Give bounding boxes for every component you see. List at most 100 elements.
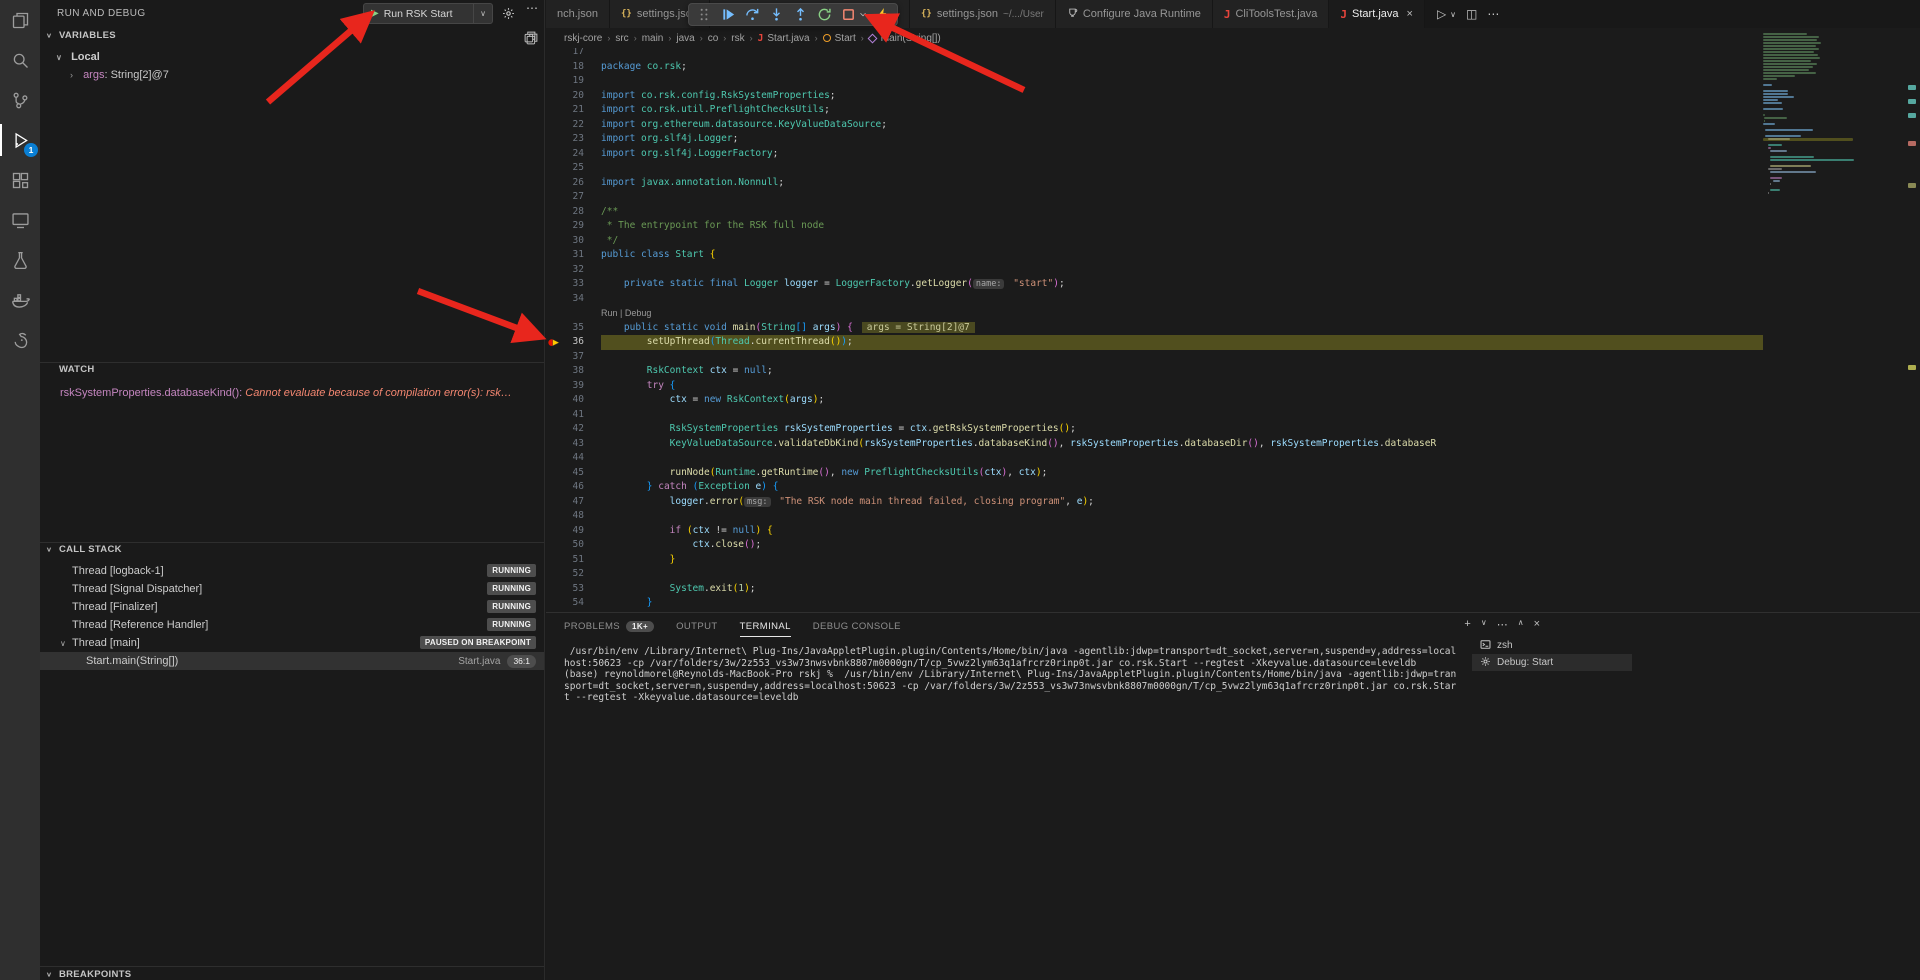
- code-line[interactable]: 35 public static void main(String[] args…: [546, 321, 1763, 336]
- close-panel-icon[interactable]: ×: [1534, 618, 1540, 631]
- extensions-icon[interactable]: [0, 160, 40, 200]
- search-icon[interactable]: [0, 40, 40, 80]
- code-line[interactable]: 37: [546, 350, 1763, 365]
- test-flask-icon[interactable]: [0, 240, 40, 280]
- continue-icon[interactable]: [718, 5, 738, 24]
- breadcrumb-item[interactable]: Start: [823, 33, 856, 44]
- breadcrumb-item[interactable]: src: [615, 33, 628, 44]
- terminal-dropdown-icon[interactable]: ∨: [1481, 618, 1487, 631]
- breadcrumb-item[interactable]: JStart.java: [758, 33, 810, 44]
- terminal-list-item-zsh[interactable]: zsh: [1472, 637, 1632, 654]
- code-line[interactable]: 42 RskSystemProperties rskSystemProperti…: [546, 422, 1763, 437]
- breadcrumb-item[interactable]: main: [642, 33, 664, 44]
- code-line[interactable]: 46 } catch (Exception e) {: [546, 480, 1763, 495]
- code-line[interactable]: 20import co.rsk.config.RskSystemProperti…: [546, 89, 1763, 104]
- step-over-icon[interactable]: [742, 5, 762, 24]
- terminal-output[interactable]: /usr/bin/env /Library/Internet\ Plug-Ins…: [564, 646, 1460, 704]
- chevron-down-icon[interactable]: ∨: [473, 4, 492, 23]
- thread-row[interactable]: Thread [Reference Handler]RUNNING: [40, 616, 544, 634]
- breadcrumb-item[interactable]: main(String[]): [869, 33, 941, 44]
- panel-tab-debug-console[interactable]: DEBUG CONSOLE: [813, 613, 901, 640]
- code-line[interactable]: 50 ctx.close();: [546, 538, 1763, 553]
- maximize-panel-icon[interactable]: ∧: [1518, 618, 1524, 631]
- tab-settings-json[interactable]: {}settings.json~/.../User: [910, 0, 1056, 28]
- variables-scope-local[interactable]: ∨ Local: [40, 48, 544, 66]
- code-line[interactable]: 43 KeyValueDataSource.validateDbKind(rsk…: [546, 437, 1763, 452]
- code-line[interactable]: 48: [546, 509, 1763, 524]
- code-line[interactable]: 29 * The entrypoint for the RSK full nod…: [546, 219, 1763, 234]
- code-editor[interactable]: 1718package co.rsk;1920import co.rsk.con…: [546, 48, 1763, 612]
- run-file-icon[interactable]: ▷: [1437, 7, 1446, 21]
- tab-start-java[interactable]: JStart.java×: [1329, 0, 1425, 28]
- code-line[interactable]: 26import javax.annotation.Nonnull;: [546, 176, 1763, 191]
- run-dropdown-icon[interactable]: ∨: [1450, 10, 1456, 19]
- thread-row[interactable]: Thread [Signal Dispatcher]RUNNING: [40, 580, 544, 598]
- close-icon[interactable]: ×: [1407, 8, 1413, 20]
- tab-nch-json[interactable]: nch.json: [546, 0, 610, 28]
- code-line[interactable]: 23import org.slf4j.Logger;: [546, 132, 1763, 147]
- code-line[interactable]: 49 if (ctx != null) {: [546, 524, 1763, 539]
- panel-tab-output[interactable]: OUTPUT: [676, 613, 717, 640]
- code-line[interactable]: 52: [546, 567, 1763, 582]
- code-line[interactable]: 33 private static final Logger logger = …: [546, 277, 1763, 292]
- code-line[interactable]: 44: [546, 451, 1763, 466]
- terminal-list-item-debug-start[interactable]: Debug: Start: [1472, 654, 1632, 671]
- codelens-row[interactable]: Run | Debug: [546, 306, 1763, 321]
- stop-icon[interactable]: [838, 5, 858, 24]
- remote-explorer-icon[interactable]: [0, 200, 40, 240]
- code-line[interactable]: 45 runNode(Runtime.getRuntime(), new Pre…: [546, 466, 1763, 481]
- code-line[interactable]: 51 }: [546, 553, 1763, 568]
- code-line[interactable]: 25: [546, 161, 1763, 176]
- more-actions-icon[interactable]: ⋯: [526, 1, 539, 15]
- code-line[interactable]: 47 logger.error(msg: "The RSK node main …: [546, 495, 1763, 510]
- breadcrumb-item[interactable]: co: [708, 33, 719, 44]
- more-actions-icon[interactable]: ⋯: [1487, 7, 1499, 21]
- codelens-run-debug[interactable]: Run | Debug: [601, 306, 1763, 321]
- code-line[interactable]: 18package co.rsk;: [546, 60, 1763, 75]
- files-icon[interactable]: [0, 0, 40, 40]
- run-debug-icon[interactable]: 1: [0, 120, 40, 160]
- code-line[interactable]: 54 }: [546, 596, 1763, 611]
- thread-row[interactable]: Thread [Finalizer]RUNNING: [40, 598, 544, 616]
- tab-configure-java-runtime[interactable]: Configure Java Runtime: [1056, 0, 1213, 28]
- watch-section-header[interactable]: WATCH: [40, 364, 544, 382]
- split-editor-icon[interactable]: ◫: [1466, 7, 1477, 21]
- breadcrumb-item[interactable]: java: [676, 33, 694, 44]
- docker-icon[interactable]: [0, 280, 40, 320]
- breadcrumb-item[interactable]: rsk: [731, 33, 744, 44]
- run-config-button[interactable]: ▶ Run RSK Start ∨: [363, 3, 493, 24]
- more-actions-icon[interactable]: ⋯: [1497, 618, 1508, 631]
- stack-frame-row[interactable]: Start.main(String[])Start.java36:1: [40, 652, 544, 670]
- hot-code-replace-icon[interactable]: [872, 5, 892, 24]
- code-line[interactable]: 53 System.exit(1);: [546, 582, 1763, 597]
- restart-icon[interactable]: [814, 5, 834, 24]
- thread-row[interactable]: ∨Thread [main]PAUSED ON BREAKPOINT: [40, 634, 544, 652]
- current-line-breakpoint-icon[interactable]: [548, 338, 561, 347]
- variables-section-header[interactable]: ∨ VARIABLES: [40, 30, 544, 48]
- code-line[interactable]: 32: [546, 263, 1763, 278]
- gradle-icon[interactable]: [0, 320, 40, 360]
- variable-args-row[interactable]: › args: String[2]@7: [40, 66, 544, 84]
- new-terminal-icon[interactable]: +: [1464, 618, 1470, 631]
- step-out-icon[interactable]: [790, 5, 810, 24]
- watch-expression-row[interactable]: rskSystemProperties.databaseKind(): Cann…: [40, 384, 544, 402]
- code-line[interactable]: 41: [546, 408, 1763, 423]
- code-line[interactable]: 19: [546, 74, 1763, 89]
- code-line[interactable]: 27: [546, 190, 1763, 205]
- chevron-down-icon[interactable]: [858, 5, 868, 24]
- panel-tab-terminal[interactable]: TERMINAL: [740, 613, 791, 640]
- code-line[interactable]: 34: [546, 292, 1763, 307]
- gear-icon[interactable]: [502, 7, 515, 25]
- breadcrumb-item[interactable]: rskj-core: [564, 33, 602, 44]
- code-line[interactable]: 21import co.rsk.util.PreflightChecksUtil…: [546, 103, 1763, 118]
- open-preview-icon[interactable]: [524, 31, 536, 46]
- code-line[interactable]: 28/**: [546, 205, 1763, 220]
- panel-tab-problems[interactable]: PROBLEMS1K+: [564, 613, 654, 640]
- tab-clitoolstest-java[interactable]: JCliToolsTest.java: [1213, 0, 1330, 28]
- code-line[interactable]: 30 */: [546, 234, 1763, 249]
- source-control-icon[interactable]: [0, 80, 40, 120]
- minimap[interactable]: [1763, 33, 1853, 213]
- breakpoints-section-header[interactable]: ∨ BREAKPOINTS: [40, 969, 544, 980]
- step-into-icon[interactable]: [766, 5, 786, 24]
- code-line[interactable]: 38 RskContext ctx = null;: [546, 364, 1763, 379]
